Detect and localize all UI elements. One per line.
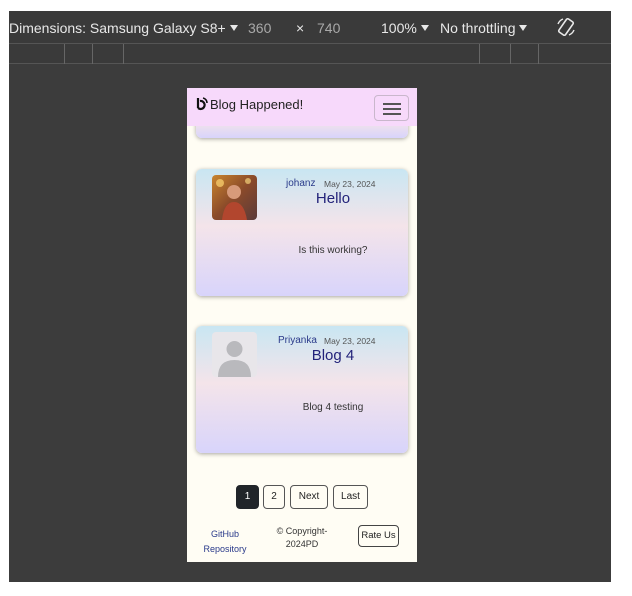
chevron-down-icon <box>420 25 429 31</box>
post-body: Blog 4 testing <box>302 402 364 413</box>
device-select[interactable]: Dimensions: Samsung Galaxy S8+ <box>9 20 238 36</box>
media-query-ruler <box>9 44 611 64</box>
post-title[interactable]: Hello <box>258 190 408 207</box>
link-line-2: Repository <box>203 544 247 554</box>
navbar: Blog Happened! <box>187 88 417 126</box>
device-viewport: Blog Happened! johanz May 23, 2024 Hello… <box>187 88 417 562</box>
post-body: Is this working? <box>298 245 368 256</box>
link-line-1: GitHub <box>210 529 239 539</box>
device-label: Dimensions: Samsung Galaxy S8+ <box>9 20 226 36</box>
post-card[interactable]: Priyanka May 23, 2024 Blog 4 Blog 4 test… <box>196 326 408 453</box>
throttling-label: No throttling <box>440 20 516 36</box>
post-date: May 23, 2024 <box>324 336 376 346</box>
default-avatar-icon <box>212 332 257 377</box>
hamburger-icon <box>383 103 401 105</box>
post-author[interactable]: Priyanka <box>278 335 317 346</box>
menu-toggle-button[interactable] <box>374 95 409 121</box>
next-page-button[interactable]: Next <box>290 485 328 509</box>
device-toolbar: Dimensions: Samsung Galaxy S8+ 360 × 740… <box>9 11 611 44</box>
throttling-select[interactable]: No throttling <box>440 20 528 36</box>
copyright-text: © Copyright- 2024PD <box>267 525 337 551</box>
last-page-button[interactable]: Last <box>333 485 368 509</box>
rate-us-button[interactable]: Rate Us <box>358 525 399 547</box>
chevron-down-icon <box>519 25 528 31</box>
post-author[interactable]: johanz <box>286 178 315 189</box>
copyright-line-2: 2024PD <box>285 539 319 549</box>
rotate-icon[interactable] <box>555 16 577 38</box>
page-2-button[interactable]: 2 <box>263 485 285 509</box>
brand-name[interactable]: Blog Happened! <box>210 97 303 112</box>
github-repository-link[interactable]: GitHub Repository <box>197 527 253 557</box>
brand-logo-icon <box>196 97 208 111</box>
chevron-down-icon <box>229 25 238 31</box>
copyright-line-1: © Copyright- <box>276 526 328 536</box>
times-sign: × <box>296 20 305 36</box>
post-date: May 23, 2024 <box>324 179 376 189</box>
height-input[interactable]: 740 <box>317 20 340 36</box>
zoom-select[interactable]: 100% <box>381 20 429 36</box>
post-card[interactable]: johanz May 23, 2024 Hello Is this workin… <box>196 169 408 296</box>
author-avatar <box>212 175 257 220</box>
page-1-button[interactable]: 1 <box>236 485 259 509</box>
zoom-label: 100% <box>381 20 417 36</box>
width-input[interactable]: 360 <box>248 20 271 36</box>
post-title[interactable]: Blog 4 <box>258 347 408 364</box>
